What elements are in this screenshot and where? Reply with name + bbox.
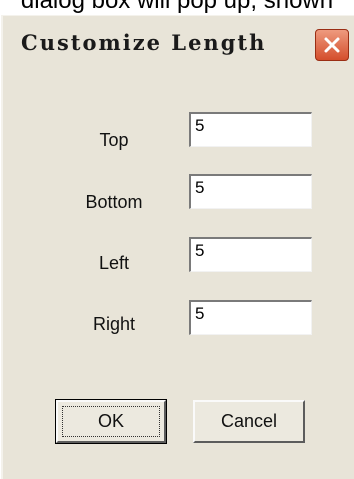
title-bar[interactable]: Customize Length [3,16,354,76]
dialog-title: Customize Length [21,30,267,55]
bottom-input[interactable]: 5 [189,174,312,209]
close-icon [324,37,340,53]
right-input[interactable]: 5 [189,300,312,335]
right-label: Right [92,314,136,334]
top-input[interactable]: 5 [189,112,312,147]
left-label: Left [98,253,130,273]
left-input[interactable]: 5 [189,237,312,272]
page-caption: dialog box will pop up, shown [20,0,334,14]
top-label: Top [99,130,129,150]
cancel-button-label: Cancel [220,411,278,431]
close-button[interactable] [315,29,349,61]
ok-button[interactable]: OK [55,399,167,444]
cancel-button[interactable]: Cancel [193,400,305,443]
customize-length-dialog: Customize Length Top 5 Bottom 5 Left 5 R… [1,15,354,479]
bottom-label: Bottom [85,192,143,212]
focus-rectangle [62,406,160,437]
